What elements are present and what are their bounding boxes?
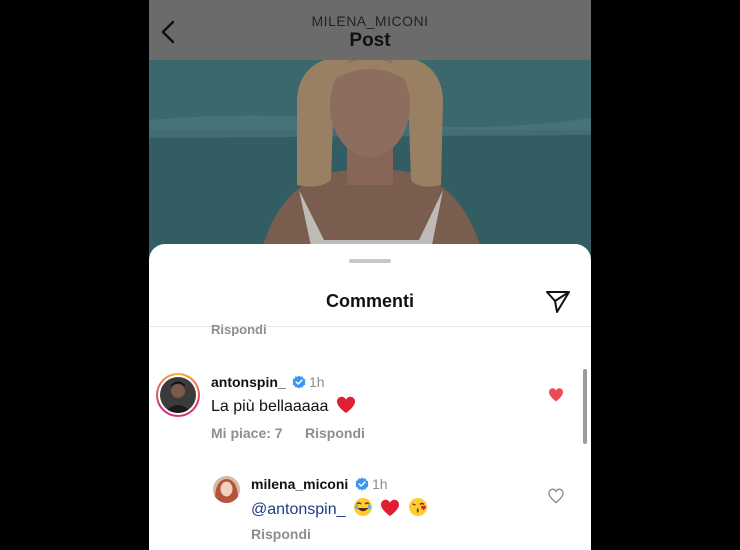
- comments-title: Commenti: [325, 291, 414, 311]
- previous-reply-button[interactable]: Rispondi: [211, 324, 267, 336]
- phone-screen: MILENA_MICONI Post Commenti Rispondi ant…: [149, 0, 591, 550]
- comment-time: 1h: [309, 374, 325, 390]
- reply-button[interactable]: Rispondi: [305, 425, 365, 441]
- send-icon[interactable]: [544, 287, 572, 315]
- comments-sheet: Commenti Rispondi antonspin_ 1h La più b…: [149, 244, 591, 550]
- reply-text: @antonspin_: [251, 497, 428, 519]
- avatar[interactable]: [160, 377, 196, 413]
- reply-username[interactable]: milena_miconi: [251, 476, 348, 492]
- post-image[interactable]: [149, 60, 591, 260]
- comment-text: La più bellaaaaa: [211, 396, 356, 416]
- verified-badge-icon: [355, 477, 369, 491]
- scrollbar[interactable]: [583, 369, 587, 444]
- comment-username[interactable]: antonspin_: [211, 374, 286, 390]
- verified-badge-icon: [292, 375, 306, 389]
- post-photo: [149, 60, 591, 260]
- kiss-emoji: [408, 498, 427, 516]
- page-title: Post: [349, 30, 391, 51]
- heart-filled-icon[interactable]: [548, 387, 564, 403]
- avatar-photo: [160, 377, 196, 413]
- post-author-username[interactable]: MILENA_MICONI: [149, 13, 591, 29]
- heart-emoji: [381, 499, 400, 516]
- reply-time: 1h: [372, 476, 388, 492]
- avatar-photo: [213, 476, 240, 503]
- laughing-emoji: [353, 498, 372, 516]
- heart-emoji: [336, 396, 355, 413]
- post-header: MILENA_MICONI Post: [149, 0, 591, 60]
- mention-link[interactable]: @antonspin_: [251, 501, 346, 518]
- like-count[interactable]: Mi piace: 7: [211, 425, 283, 441]
- reply-button[interactable]: Rispondi: [251, 526, 311, 542]
- sheet-grabber[interactable]: [349, 259, 391, 263]
- heart-outline-icon[interactable]: [548, 488, 564, 504]
- avatar[interactable]: [213, 476, 240, 503]
- comment-body: La più bellaaaaa: [211, 398, 329, 415]
